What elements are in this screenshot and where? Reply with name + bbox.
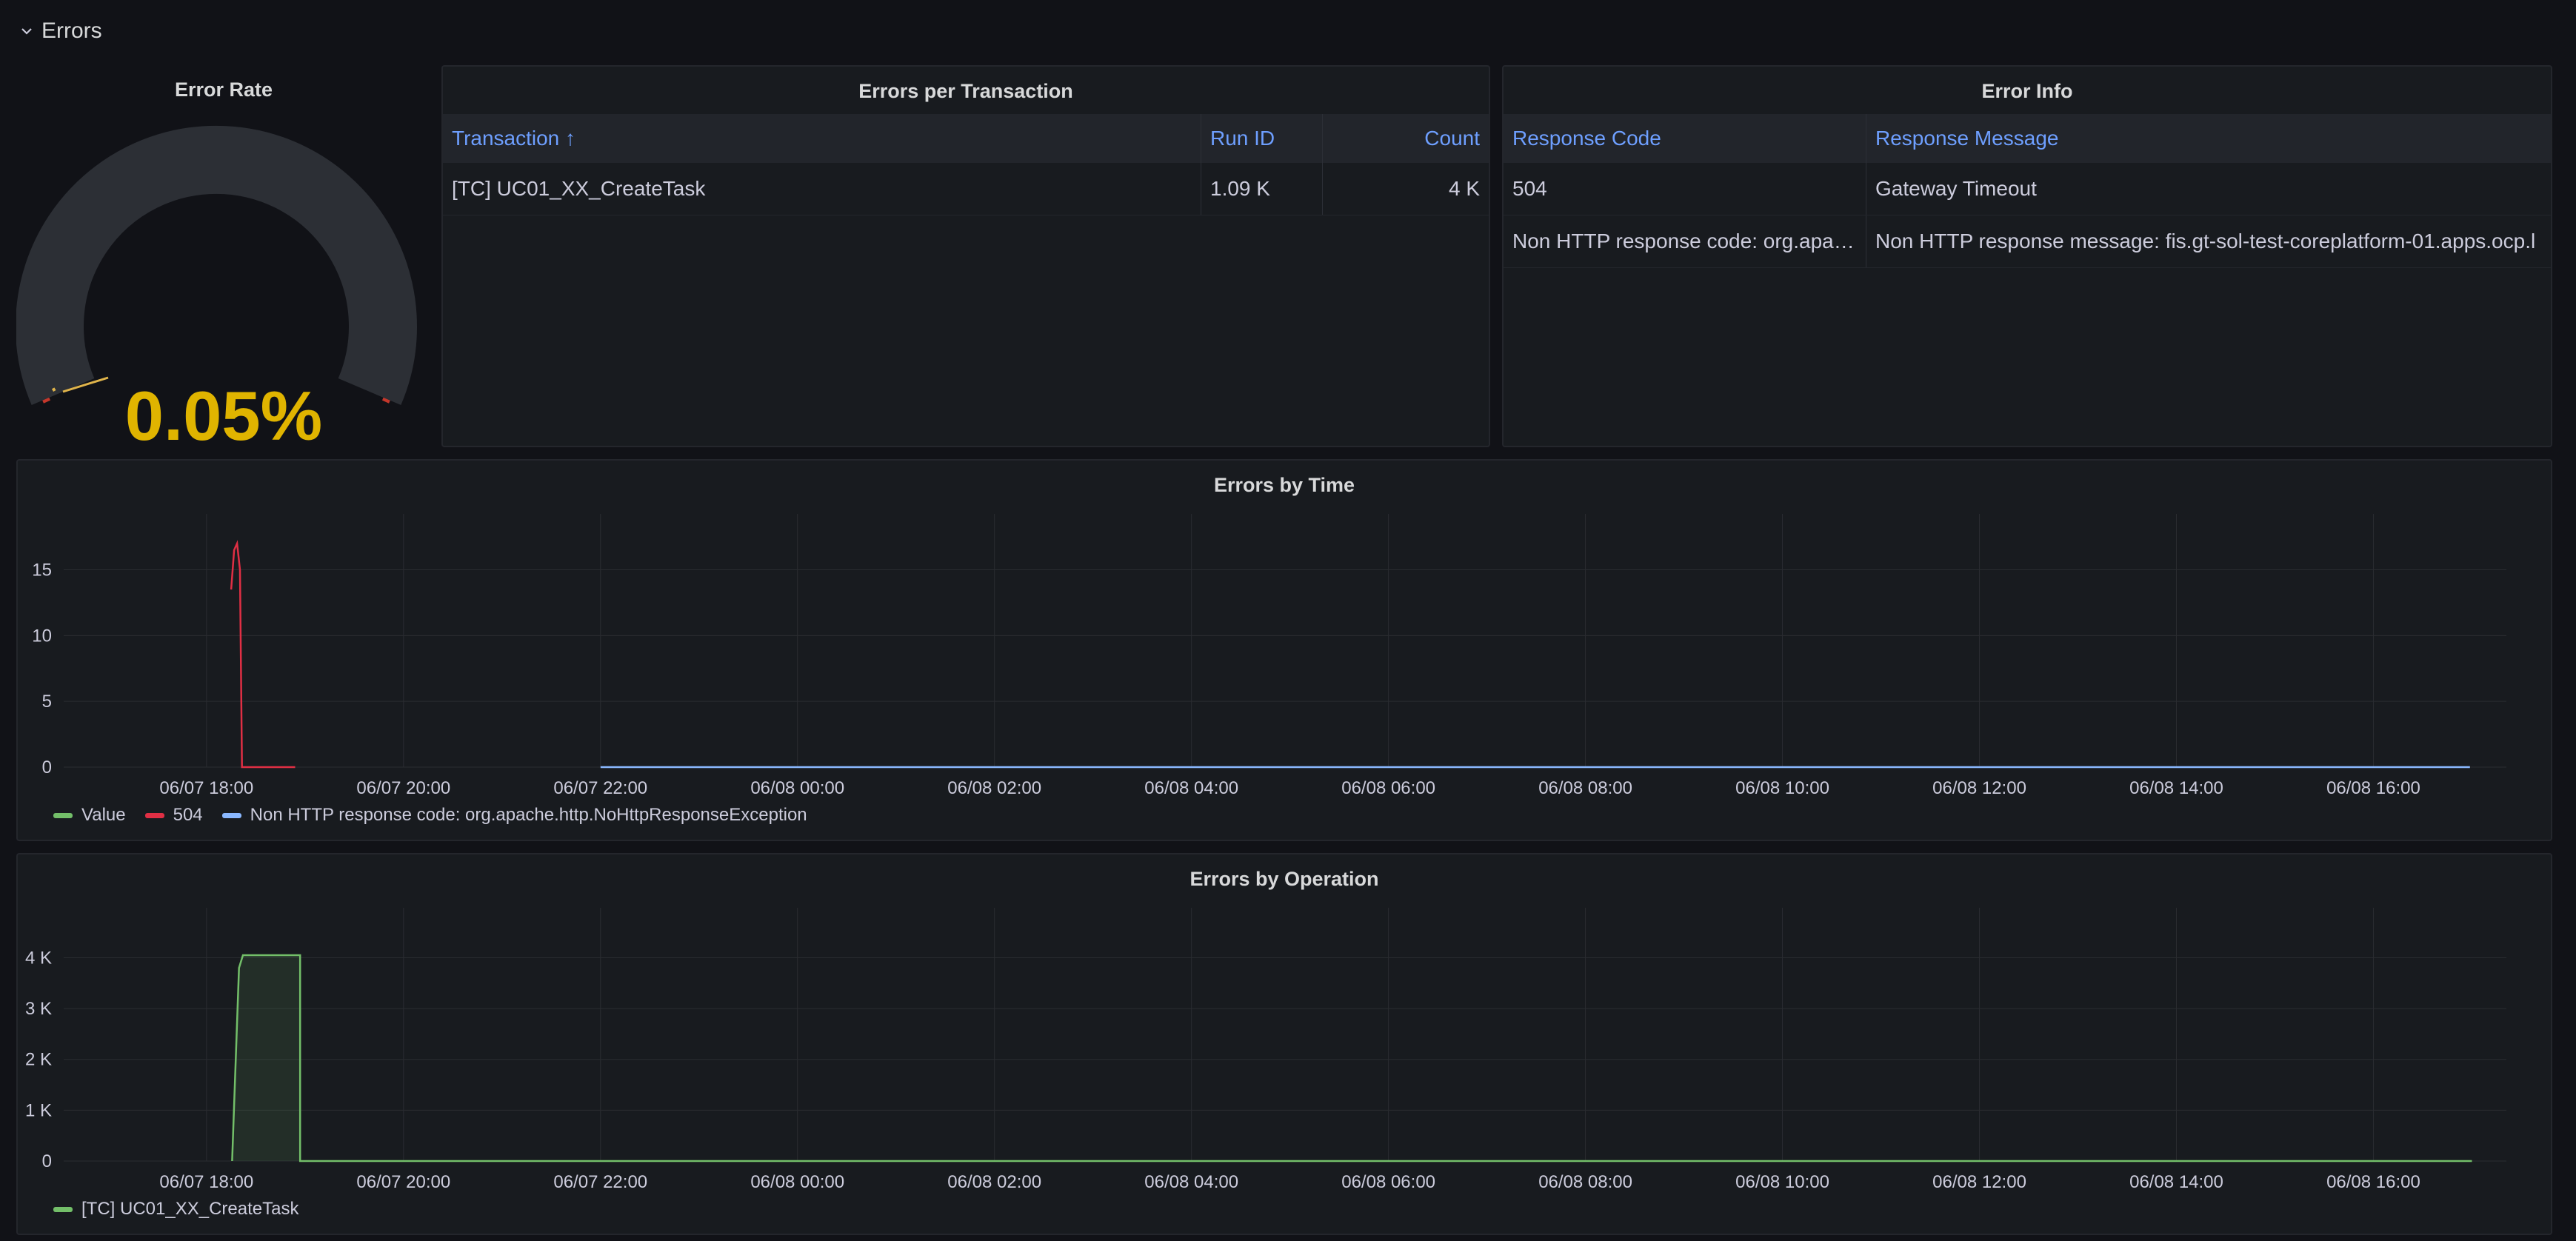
x-tick-label: 06/08 12:00 — [1932, 778, 2026, 798]
legend-swatch — [53, 812, 73, 818]
x-tick-label: 06/08 14:00 — [2129, 778, 2223, 798]
column-header-response-message[interactable]: Response Message — [1866, 114, 2551, 163]
x-tick-label: 06/08 08:00 — [1538, 1172, 1632, 1192]
cell-response-code: Non HTTP response code: org.apache.http.… — [1504, 215, 1866, 267]
gauge-value: 0.05% — [124, 377, 323, 444]
legend-item-non-http[interactable]: Non HTTP response code: org.apache.http.… — [221, 805, 807, 826]
x-tick-label: 06/08 02:00 — [947, 778, 1041, 798]
x-tick-label: 06/08 16:00 — [2326, 1172, 2420, 1192]
panel-title: Error Info — [1981, 80, 2073, 102]
x-tick-label: 06/08 06:00 — [1341, 778, 1435, 798]
legend-label: 504 — [173, 805, 203, 825]
legend-item-504[interactable]: 504 — [144, 805, 203, 826]
cell-count: 4 K — [1448, 177, 1480, 200]
y-tick-label: 5 — [42, 692, 52, 712]
x-tick-label: 06/07 22:00 — [553, 1172, 647, 1192]
errors-by-time-chart: 0 5 10 15 06/07 18:00 06/07 20:00 06/07 22:00 0… — [32, 514, 2506, 798]
errors-by-time-panel[interactable]: Errors by Time 0 5 10 15 06/07 18:00 06/07 20… — [16, 459, 2552, 841]
row-collapse-toggle[interactable]: Errors — [19, 13, 102, 49]
error-rate-panel[interactable]: Error Rate 0.05% — [16, 65, 431, 444]
cell-response-message: Non HTTP response message: fis.gt-sol-te… — [1875, 230, 2536, 252]
legend-label: [TC] UC01_XX_CreateTask — [81, 1199, 299, 1219]
legend-label: Value — [81, 805, 126, 825]
legend-item-create-task[interactable]: [TC] UC01_XX_CreateTask — [53, 1199, 298, 1220]
errors-by-operation-chart: 0 1 K 2 K 3 K 4 K 06/07 18:00 06/07 20:00 06/07… — [25, 908, 2506, 1192]
column-header-count[interactable]: Count — [1323, 114, 1489, 163]
x-tick-label: 06/08 16:00 — [2326, 778, 2420, 798]
legend-item-value[interactable]: Value — [53, 805, 126, 826]
x-tick-label: 06/08 12:00 — [1932, 1172, 2026, 1192]
x-tick-label: 06/07 22:00 — [553, 778, 647, 798]
column-header-response-code[interactable]: Response Code — [1504, 114, 1866, 163]
y-tick-label: 15 — [32, 561, 52, 581]
series-area — [232, 955, 301, 1161]
table-row: Non HTTP response code: org.apache.http.… — [1504, 215, 2551, 268]
table-row: 504 Gateway Timeout — [1504, 163, 2551, 215]
y-tick-label: 3 K — [25, 999, 52, 1019]
x-tick-label: 06/08 00:00 — [750, 778, 844, 798]
series-line-1 — [230, 540, 296, 769]
x-tick-label: 06/07 18:00 — [159, 1172, 253, 1192]
x-tick-label: 06/08 08:00 — [1538, 778, 1632, 798]
x-tick-label: 06/08 06:00 — [1341, 1172, 1435, 1192]
x-tick-label: 06/07 18:00 — [159, 778, 253, 798]
legend-swatch — [53, 1206, 73, 1212]
chart-legend: Value 504 Non HTTP response code: org.ap… — [53, 805, 807, 826]
cell-response-code: 504 — [1504, 163, 1866, 215]
series-line-0 — [231, 954, 2472, 1163]
panel-title: Errors per Transaction — [858, 80, 1073, 102]
row-title: Errors — [41, 19, 102, 43]
x-tick-label: 06/08 10:00 — [1735, 1172, 1829, 1192]
x-tick-label: 06/08 10:00 — [1735, 778, 1829, 798]
cell-response-message: Gateway Timeout — [1875, 177, 2037, 200]
table-header: Response Code Response Message — [1504, 114, 2551, 163]
y-tick-label: 2 K — [25, 1050, 52, 1070]
y-tick-label: 10 — [32, 626, 52, 646]
column-header-transaction[interactable]: Transaction ↑ — [443, 114, 1201, 163]
legend-label: Non HTTP response code: org.apache.http.… — [250, 805, 807, 825]
y-tick-label: 0 — [42, 1151, 52, 1171]
column-header-run-id[interactable]: Run ID — [1201, 114, 1323, 163]
cell-run-id: 1.09 K — [1201, 163, 1323, 215]
error-info-panel[interactable]: Error Info Response Code Response Messag… — [1502, 65, 2552, 447]
legend-swatch — [221, 812, 241, 818]
transaction-table: Transaction ↑ Run ID Count [TC] UC01_XX_… — [443, 114, 1489, 215]
x-tick-label: 06/08 04:00 — [1144, 1172, 1238, 1192]
errors-per-transaction-panel[interactable]: Errors per Transaction Transaction ↑ Run… — [441, 65, 1490, 447]
errors-by-operation-panel[interactable]: Errors by Operation 01 K2 K3 K4 K 06/07 1… — [16, 853, 2552, 1235]
x-tick-label: 06/08 02:00 — [947, 1172, 1041, 1192]
x-tick-label: 06/08 00:00 — [750, 1172, 844, 1192]
chevron-down-icon — [21, 28, 32, 35]
error-info-table: Response Code Response Message 504 Gatew… — [1504, 114, 2551, 268]
x-tick-label: 06/08 04:00 — [1144, 778, 1238, 798]
y-tick-label: 4 K — [25, 948, 52, 968]
table-row: [TC] UC01_XX_CreateTask 1.09 K 4 K — [443, 163, 1489, 215]
legend-swatch — [144, 812, 164, 818]
y-tick-label: 1 K — [25, 1100, 52, 1120]
table-header: Transaction ↑ Run ID Count — [443, 114, 1489, 163]
cell-transaction: [TC] UC01_XX_CreateTask — [443, 163, 1201, 215]
x-tick-label: 06/07 20:00 — [356, 778, 450, 798]
y-tick-label: 0 — [42, 757, 52, 777]
chart-legend: [TC] UC01_XX_CreateTask — [53, 1199, 298, 1220]
x-tick-label: 06/07 20:00 — [356, 1172, 450, 1192]
x-tick-label: 06/08 14:00 — [2129, 1172, 2223, 1192]
